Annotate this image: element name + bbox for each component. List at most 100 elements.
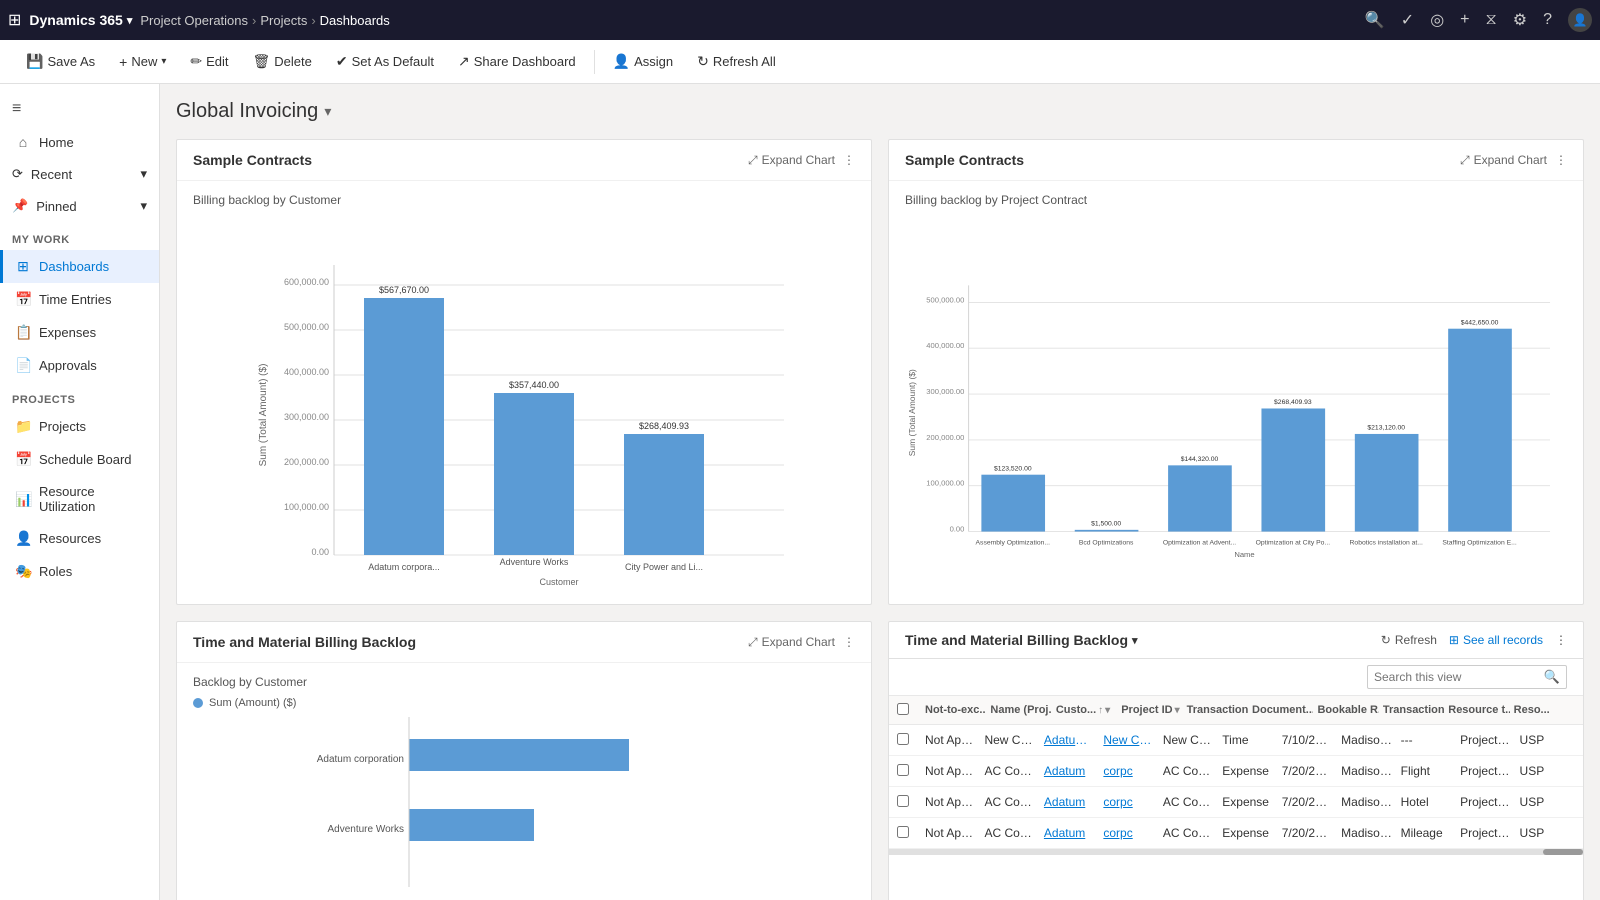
svg-text:500,000.00: 500,000.00 [926, 295, 964, 304]
svg-text:$442,650.00: $442,650.00 [1461, 319, 1499, 326]
grid-small-icon: ⊞ [1449, 633, 1459, 647]
cell-customer-link-3[interactable]: corpc [1099, 822, 1158, 844]
cell-name-3: AC Connect [980, 822, 1039, 844]
share-icon: ↗ [458, 53, 470, 70]
col-header-not-to-exc[interactable]: Not-to-exc... ▾ [921, 700, 986, 720]
sidebar-toggle-button[interactable]: ≡ [0, 92, 159, 126]
table-more-icon[interactable]: ⋮ [1555, 633, 1567, 647]
svg-text:Sum (Total Amount) ($): Sum (Total Amount) ($) [258, 364, 269, 467]
col-header-resource-type[interactable]: Resource t... ▾ [1444, 700, 1509, 720]
sidebar-item-time-entries[interactable]: 📅 Time Entries [0, 283, 159, 316]
user-avatar[interactable]: 👤 [1568, 8, 1592, 32]
cell-customer-0[interactable]: Adatum corpc [1040, 729, 1099, 751]
col-header-trans-type[interactable]: Transaction... ▾ [1379, 700, 1444, 720]
sidebar-item-recent[interactable]: ⟳ Recent ▾ [0, 158, 159, 190]
page-title-chevron-icon[interactable]: ▾ [324, 103, 331, 120]
edit-button[interactable]: ✏ Edit [180, 48, 238, 75]
pin-icon: 📌 [12, 198, 28, 214]
cell-not-to-exc-1: Not Applic... [921, 760, 980, 782]
new-button[interactable]: + New ▾ [109, 49, 176, 75]
chart-2-header: Sample Contracts ⤢ Expand Chart ⋮ [889, 140, 1583, 181]
sidebar-item-resource-utilization[interactable]: 📊 Resource Utilization [0, 476, 159, 522]
checkmark-icon[interactable]: ✓ [1401, 10, 1414, 30]
col-header-bookable[interactable]: Bookable R... ▾ [1313, 700, 1378, 720]
assign-button[interactable]: 👤 Assign [603, 48, 683, 75]
settings-icon[interactable]: ⚙ [1513, 10, 1527, 30]
cell-document-0: 7/10/2020 [1278, 729, 1337, 751]
sidebar-item-expenses[interactable]: 📋 Expenses [0, 316, 159, 349]
help-icon[interactable]: ? [1543, 11, 1552, 29]
app-chevron-icon[interactable]: ▾ [127, 14, 133, 27]
cell-customer-link-2[interactable]: corpc [1099, 791, 1158, 813]
cell-customer-link-1[interactable]: corpc [1099, 760, 1158, 782]
col-header-reso[interactable]: Reso... [1510, 700, 1575, 720]
sort-icon-2b: ▾ [1105, 705, 1110, 716]
search-input[interactable] [1374, 670, 1540, 684]
chart-2-expand-button[interactable]: ⤢ Expand Chart [1460, 153, 1547, 168]
table-search-row: 🔍 [889, 659, 1583, 696]
cell-customer-1[interactable]: Adatum [1040, 760, 1099, 782]
dashboards-icon: ⊞ [15, 258, 31, 275]
scrollbar-thumb [1543, 849, 1583, 855]
save-as-button[interactable]: 💾 Save As [16, 48, 105, 75]
table-refresh-button[interactable]: ↻ Refresh [1381, 633, 1437, 647]
select-all-checkbox[interactable] [897, 703, 921, 718]
chart-3-expand-button[interactable]: ⤢ Expand Chart [748, 635, 835, 650]
chart-1-more-icon[interactable]: ⋮ [843, 153, 855, 167]
svg-text:$123,520.00: $123,520.00 [994, 465, 1032, 472]
svg-text:$213,120.00: $213,120.00 [1367, 425, 1405, 432]
chart-3-subtitle: Backlog by Customer [193, 675, 855, 689]
plus-icon: + [119, 54, 127, 70]
sidebar-item-approvals[interactable]: 📄 Approvals [0, 349, 159, 382]
search-icon[interactable]: 🔍 [1365, 10, 1385, 30]
grid-menu-icon[interactable]: ⊞ [8, 10, 21, 30]
sidebar-item-projects[interactable]: 📁 Projects [0, 410, 159, 443]
sidebar-item-roles[interactable]: 🎭 Roles [0, 555, 159, 588]
sidebar-item-resources[interactable]: 👤 Resources [0, 522, 159, 555]
refresh-all-button[interactable]: ↻ Refresh All [687, 48, 786, 75]
bar-chart1-1 [364, 298, 444, 555]
cell-customer-3[interactable]: Adatum [1040, 822, 1099, 844]
sidebar-item-pinned[interactable]: 📌 Pinned ▾ [0, 190, 159, 222]
row-checkbox-0[interactable] [897, 733, 921, 748]
cell-customer-link-0[interactable]: New College [1099, 729, 1158, 751]
row-checkbox-2[interactable] [897, 795, 921, 810]
person-assign-icon: 👤 [613, 53, 630, 70]
set-default-button[interactable]: ✔ Set As Default [326, 48, 444, 75]
backlog-bar-2 [409, 809, 534, 841]
cell-customer-2[interactable]: Adatum [1040, 791, 1099, 813]
chart-2-more-icon[interactable]: ⋮ [1555, 153, 1567, 167]
chart-1-actions: ⤢ Expand Chart ⋮ [748, 153, 855, 168]
delete-button[interactable]: 🗑 Delete [243, 48, 322, 75]
col-header-customer[interactable]: Custo... ↑ ▾ [1052, 700, 1117, 720]
col-header-document[interactable]: Document... ▾ [1248, 700, 1313, 720]
chart-1-title: Sample Contracts [193, 152, 312, 168]
sidebar-item-home[interactable]: ⌂ Home [0, 126, 159, 158]
row-checkbox-1[interactable] [897, 764, 921, 779]
location-icon[interactable]: ◎ [1430, 10, 1444, 30]
table-title-chevron-icon[interactable]: ▾ [1132, 634, 1138, 647]
cell-resource-type-1: Project Manag [1456, 760, 1515, 782]
new-dropdown-icon[interactable]: ▾ [161, 56, 166, 67]
cell-reso-0: USP [1516, 729, 1575, 751]
sidebar-item-dashboards[interactable]: ⊞ Dashboards [0, 250, 159, 283]
sidebar-item-schedule-board[interactable]: 📅 Schedule Board [0, 443, 159, 476]
add-icon[interactable]: + [1460, 11, 1469, 29]
table-scrollbar[interactable] [889, 849, 1583, 855]
app-name[interactable]: Dynamics 365 ▾ [29, 12, 132, 28]
col-header-transaction[interactable]: Transaction... ▾ [1183, 700, 1248, 720]
chart-1-expand-button[interactable]: ⤢ Expand Chart [748, 153, 835, 168]
col-header-project-id[interactable]: Project ID ▾ [1117, 700, 1182, 720]
svg-text:200,000.00: 200,000.00 [926, 433, 964, 442]
share-dashboard-button[interactable]: ↗ Share Dashboard [448, 48, 586, 75]
col-header-name[interactable]: Name (Proj... ▾ [986, 700, 1051, 720]
chart-3-more-icon[interactable]: ⋮ [843, 635, 855, 649]
filter-icon[interactable]: ⧖ [1486, 11, 1497, 29]
cell-resource-type-2: Project Manag [1456, 791, 1515, 813]
svg-text:300,000.00: 300,000.00 [926, 387, 964, 396]
table-title: Time and Material Billing Backlog ▾ [905, 632, 1138, 648]
row-checkbox-3[interactable] [897, 826, 921, 841]
see-all-records-button[interactable]: ⊞ See all records [1449, 633, 1543, 647]
search-table-icon[interactable]: 🔍 [1544, 669, 1560, 685]
cell-transaction-3: Expense [1218, 822, 1277, 844]
